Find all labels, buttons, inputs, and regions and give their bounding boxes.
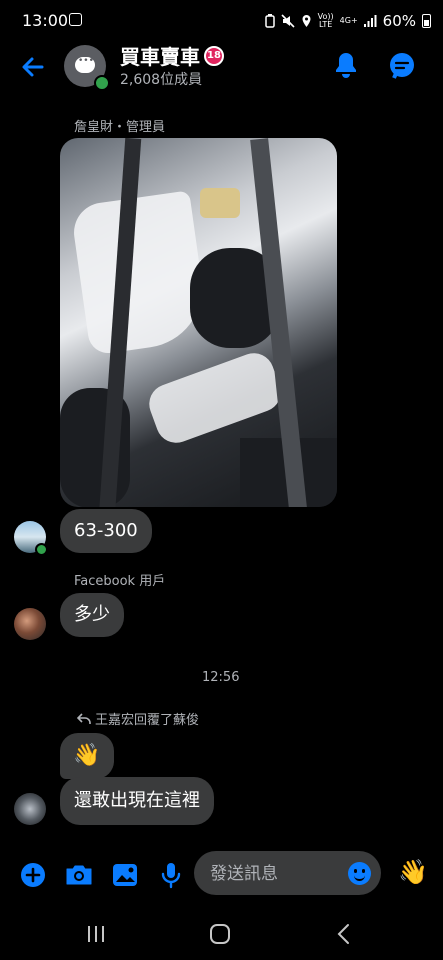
avatar[interactable]	[14, 793, 46, 825]
message-input[interactable]	[208, 851, 342, 897]
image-icon[interactable]	[110, 860, 140, 890]
battery-percent: 60%	[382, 12, 416, 30]
back-arrow-icon[interactable]	[18, 52, 48, 82]
microphone-icon[interactable]	[156, 860, 186, 890]
timestamp: 12:56	[202, 670, 240, 685]
group-title[interactable]: 買車賣車 18	[120, 41, 224, 70]
sender-name: Facebook 用戶	[74, 574, 166, 589]
status-time: 13:00	[22, 11, 69, 30]
system-nav-bar	[0, 912, 443, 960]
mute-icon	[281, 14, 295, 28]
reply-label: 王嘉宏回覆了蘇俊	[95, 713, 200, 728]
recent-apps-icon[interactable]	[86, 924, 108, 944]
back-nav-icon[interactable]	[336, 923, 352, 945]
sender-name: 詹皇財・管理員	[74, 120, 166, 135]
network-label: 4G+	[339, 16, 358, 25]
online-indicator	[35, 543, 48, 556]
message-bubble[interactable]: 多少	[60, 593, 124, 637]
status-bar: 13:00 Vo)) LTE 4G+ 60%	[0, 0, 443, 40]
volte-label: Vo)) LTE	[317, 12, 334, 29]
reply-context: 王嘉宏回覆了蘇俊	[77, 709, 199, 728]
status-icons: Vo)) LTE 4G+ 60%	[264, 12, 431, 30]
plus-icon[interactable]	[18, 860, 48, 890]
message-composer[interactable]	[194, 851, 381, 897]
group-avatar[interactable]	[64, 45, 110, 91]
message-bubble[interactable]: 63-300	[60, 509, 152, 553]
signal-icon	[363, 15, 377, 27]
bell-icon[interactable]	[332, 50, 360, 80]
instagram-icon	[69, 13, 82, 26]
member-count: 2,608位成員	[120, 72, 203, 88]
chat-bubble-icon	[75, 56, 95, 73]
home-icon[interactable]	[209, 923, 231, 945]
camera-icon[interactable]	[64, 860, 94, 890]
emoji-icon[interactable]	[348, 862, 371, 885]
wave-send-button[interactable]: 👋	[398, 858, 428, 886]
battery-saver-icon	[264, 14, 275, 28]
location-icon	[302, 15, 311, 27]
shared-photo[interactable]	[60, 138, 337, 507]
online-indicator	[94, 75, 110, 91]
quoted-message[interactable]: 👋	[60, 733, 114, 779]
messenger-icon[interactable]	[387, 51, 417, 81]
group-name: 買車賣車	[120, 45, 200, 69]
reply-arrow-icon	[77, 712, 91, 724]
battery-icon	[422, 14, 431, 28]
age-restriction-badge: 18	[204, 45, 224, 66]
avatar[interactable]	[14, 608, 46, 640]
message-bubble[interactable]: 還敢出現在這裡	[60, 777, 214, 825]
